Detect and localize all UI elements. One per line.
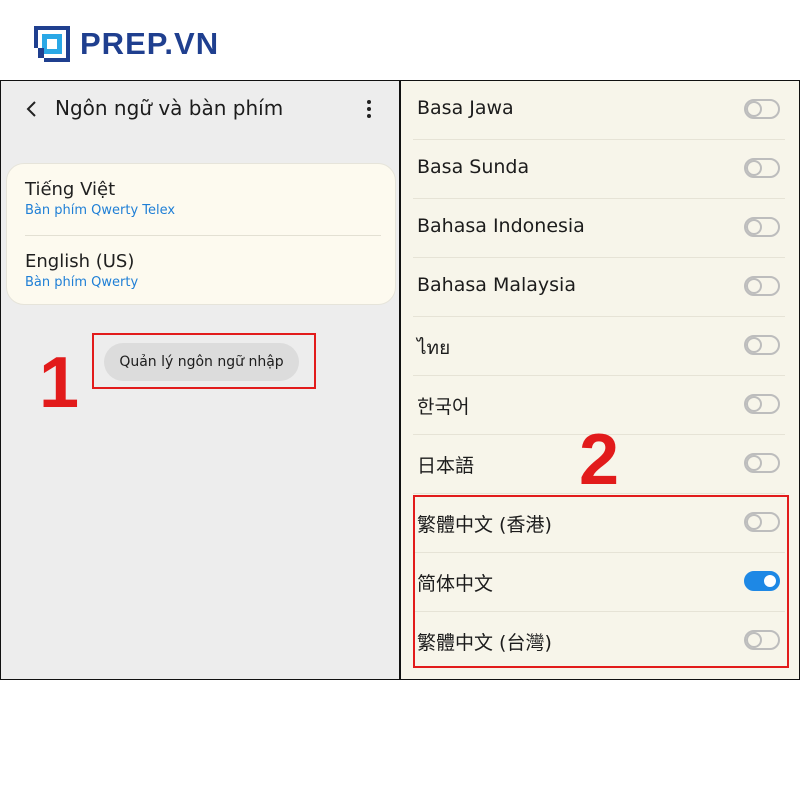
language-row[interactable]: 简体中文 (401, 553, 799, 612)
toggle-knob (746, 337, 762, 353)
keyboard-name: English (US) (25, 251, 135, 272)
language-row[interactable]: Bahasa Malaysia (401, 258, 799, 317)
language-row[interactable]: ไทย (401, 317, 799, 376)
toggle-knob (746, 514, 762, 530)
language-toggle[interactable] (744, 512, 780, 532)
language-row[interactable]: Basa Sunda (401, 140, 799, 199)
brand-header: PREP.VN (34, 22, 219, 66)
toggle-knob (746, 101, 762, 117)
language-label: Bahasa Malaysia (417, 274, 576, 296)
keyboards-card: Tiếng Việt Bàn phím Qwerty Telex English… (6, 163, 396, 305)
language-toggle[interactable] (744, 394, 780, 414)
language-label: Bahasa Indonesia (417, 215, 585, 237)
language-label: 繁體中文 (香港) (417, 514, 552, 536)
language-row[interactable]: Basa Jawa (401, 81, 799, 140)
card-divider (25, 235, 381, 236)
keyboard-subtitle: Bàn phím Qwerty Telex (25, 203, 176, 218)
keyboard-name: Tiếng Việt (25, 179, 116, 200)
language-label: 简体中文 (417, 573, 494, 595)
toggle-knob (746, 278, 762, 294)
language-row[interactable]: 繁體中文 (香港) (401, 494, 799, 553)
prep-logo-icon (34, 26, 70, 62)
language-toggle[interactable] (744, 217, 780, 237)
language-label: 日本語 (417, 455, 475, 477)
manage-input-languages-button[interactable]: Quản lý ngôn ngữ nhập (104, 343, 299, 381)
keyboard-item-vietnamese[interactable]: Tiếng Việt Bàn phím Qwerty Telex (25, 179, 385, 218)
chevron-left-icon[interactable] (21, 97, 43, 121)
language-keyboard-screen: Ngôn ngữ và bàn phím Tiếng Việt Bàn phím… (1, 81, 399, 679)
step-number-2: 2 (579, 420, 620, 500)
keyboard-subtitle: Bàn phím Qwerty (25, 275, 139, 290)
toggle-knob (746, 455, 762, 471)
toggle-knob (746, 160, 762, 176)
language-toggle[interactable] (744, 158, 780, 178)
input-languages-screen: Basa Jawa Basa Sunda Bahasa Indonesia Ba… (401, 81, 799, 679)
toggle-knob (762, 573, 778, 589)
language-label: 繁體中文 (台灣) (417, 632, 552, 654)
language-toggle[interactable] (744, 453, 780, 473)
language-toggle[interactable] (744, 335, 780, 355)
language-row[interactable]: 繁體中文 (台灣) (401, 612, 799, 671)
keyboard-item-english[interactable]: English (US) Bàn phím Qwerty (25, 251, 385, 290)
more-vertical-icon[interactable] (359, 97, 379, 121)
brand-name: PREP.VN (80, 26, 220, 61)
language-label: Basa Sunda (417, 156, 530, 178)
toggle-knob (746, 396, 762, 412)
language-label: ไทย (417, 337, 451, 359)
toggle-knob (746, 219, 762, 235)
toggle-knob (746, 632, 762, 648)
language-row[interactable]: Bahasa Indonesia (401, 199, 799, 258)
screen-title: Ngôn ngữ và bàn phím (55, 96, 284, 120)
top-app-bar: Ngôn ngữ và bàn phím (1, 81, 399, 137)
language-label: Basa Jawa (417, 97, 514, 119)
screenshot-frame: Ngôn ngữ và bàn phím Tiếng Việt Bàn phím… (0, 80, 800, 680)
language-toggle[interactable] (744, 99, 780, 119)
step-number-1: 1 (39, 343, 80, 423)
language-toggle[interactable] (744, 571, 780, 591)
language-toggle[interactable] (744, 276, 780, 296)
language-toggle[interactable] (744, 630, 780, 650)
language-label: 한국어 (417, 396, 470, 418)
